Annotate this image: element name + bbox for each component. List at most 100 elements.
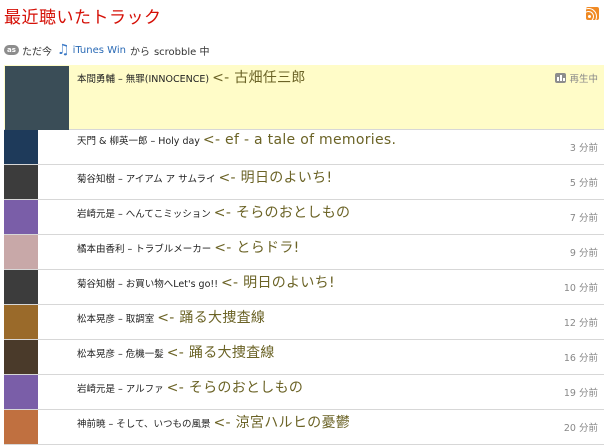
recent-tracks-list: 本間勇輔 – 無罪(INNOCENCE) <- 古畑任三郎 再生中 天門 & 柳英一郎 – H… bbox=[4, 65, 604, 445]
play-time-text: 7 分前 bbox=[569, 213, 598, 224]
separator: – bbox=[150, 136, 156, 147]
album-art[interactable] bbox=[4, 235, 38, 269]
track-note: <- ef - a tale of memories. bbox=[202, 132, 397, 148]
track-note: <- とらドラ! bbox=[214, 240, 300, 256]
track-row[interactable]: 菊谷知樹 – アイアム ア サムライ <- 明日のよいち! 5 分前 bbox=[4, 165, 604, 200]
play-time: 3 分前 bbox=[570, 140, 598, 154]
play-time: 再生中 bbox=[555, 71, 598, 85]
track-note: <- 踊る大捜査線 bbox=[157, 310, 266, 326]
track-info: 松本晃彦 – 危機一髪 <- 踊る大捜査線 bbox=[77, 342, 275, 362]
track-row[interactable]: 神前暁 – そして、いつもの風景 <- 涼宮ハルヒの憂鬱 20 分前 bbox=[4, 410, 604, 445]
client-link[interactable]: iTunes Win bbox=[73, 45, 126, 56]
rss-feed-icon[interactable] bbox=[586, 7, 599, 20]
play-time-text: 10 分前 bbox=[563, 283, 598, 294]
itunes-icon: ♫ bbox=[57, 42, 70, 58]
play-time: 7 分前 bbox=[570, 210, 598, 224]
album-art[interactable] bbox=[4, 375, 38, 409]
song-link[interactable]: トラブルメーカー bbox=[135, 241, 211, 255]
play-time: 5 分前 bbox=[570, 175, 598, 189]
artist-link[interactable]: 菊谷知樹 bbox=[77, 171, 115, 185]
scrobble-status: as ただ今 ♫ iTunes Win から scrobble 中 bbox=[4, 42, 209, 58]
album-art[interactable] bbox=[4, 410, 38, 444]
album-art[interactable] bbox=[4, 130, 38, 164]
song-link[interactable]: 取調室 bbox=[126, 311, 155, 325]
artist-link[interactable]: 天門 & 柳英一郎 bbox=[77, 133, 147, 147]
separator: – bbox=[118, 74, 123, 85]
track-info: 天門 & 柳英一郎 – Holy day <- ef - a tale of memo… bbox=[77, 132, 396, 148]
track-info: 菊谷知樹 – アイアム ア サムライ <- 明日のよいち! bbox=[77, 167, 332, 187]
now-playing-row[interactable]: 本間勇輔 – 無罪(INNOCENCE) <- 古畑任三郎 再生中 bbox=[4, 65, 604, 130]
track-note: <- そらのおとしもの bbox=[166, 380, 304, 396]
track-info: 岩崎元是 – へんてこミッション <- そらのおとしもの bbox=[77, 202, 350, 222]
song-link[interactable]: アルファ bbox=[126, 381, 164, 395]
play-time-text: 20 分前 bbox=[563, 423, 598, 434]
separator: – bbox=[118, 314, 123, 325]
song-link[interactable]: Holy day bbox=[158, 136, 200, 147]
album-art[interactable] bbox=[4, 270, 38, 304]
track-note: <- 明日のよいち! bbox=[218, 170, 333, 186]
song-link[interactable]: お買い物へLet's go!! bbox=[126, 276, 218, 290]
separator: – bbox=[118, 279, 123, 290]
scrobble-state: scrobble 中 bbox=[153, 46, 210, 58]
track-info: 岩崎元是 – アルファ <- そらのおとしもの bbox=[77, 377, 303, 397]
track-note: <- 古畑任三郎 bbox=[212, 70, 306, 86]
play-time-text: 16 分前 bbox=[563, 353, 598, 364]
now-playing-icon bbox=[555, 73, 567, 83]
song-link[interactable]: そして、いつもの風景 bbox=[116, 416, 210, 430]
page-title: 最近聴いたトラック bbox=[4, 8, 162, 28]
album-art[interactable] bbox=[4, 165, 38, 199]
play-time-text: 5 分前 bbox=[569, 178, 598, 189]
separator: – bbox=[118, 174, 123, 185]
play-time: 12 分前 bbox=[564, 315, 598, 329]
play-time: 20 分前 bbox=[564, 420, 598, 434]
artist-link[interactable]: 松本晃彦 bbox=[77, 346, 115, 360]
track-row[interactable]: 天門 & 柳英一郎 – Holy day <- ef - a tale of memo… bbox=[4, 130, 604, 165]
album-art[interactable] bbox=[4, 200, 38, 234]
song-link[interactable]: 危機一髪 bbox=[126, 346, 164, 360]
track-info: 橘本由香利 – トラブルメーカー <- とらドラ! bbox=[77, 237, 300, 257]
play-time: 10 分前 bbox=[564, 280, 598, 294]
separator: – bbox=[127, 244, 133, 255]
lastfm-icon: as bbox=[4, 45, 19, 55]
artist-link[interactable]: 岩崎元是 bbox=[77, 381, 115, 395]
track-info: 神前暁 – そして、いつもの風景 <- 涼宮ハルヒの憂鬱 bbox=[77, 412, 350, 432]
song-link[interactable]: 無罪(INNOCENCE) bbox=[126, 71, 209, 85]
track-note: <- そらのおとしもの bbox=[213, 205, 351, 221]
play-time-text: 19 分前 bbox=[563, 388, 598, 399]
track-info: 菊谷知樹 – お買い物へLet's go!! <- 明日のよいち! bbox=[77, 272, 335, 292]
song-link[interactable]: アイアム ア サムライ bbox=[126, 171, 216, 185]
track-row[interactable]: 橘本由香利 – トラブルメーカー <- とらドラ! 9 分前 bbox=[4, 235, 604, 270]
track-note: <- 明日のよいち! bbox=[221, 275, 335, 291]
play-time-text: 12 分前 bbox=[563, 318, 598, 329]
track-row[interactable]: 岩崎元是 – へんてこミッション <- そらのおとしもの 7 分前 bbox=[4, 200, 604, 235]
scrobble-time: ただ今 bbox=[22, 46, 52, 58]
artist-link[interactable]: 橘本由香利 bbox=[77, 241, 125, 255]
play-time: 9 分前 bbox=[570, 245, 598, 259]
track-note: <- 踊る大捜査線 bbox=[166, 345, 275, 361]
scrobble-from: から bbox=[129, 46, 150, 58]
play-time-text: 3 分前 bbox=[569, 143, 598, 154]
separator: – bbox=[118, 384, 123, 395]
separator: – bbox=[108, 419, 114, 430]
song-link[interactable]: へんてこミッション bbox=[126, 206, 211, 220]
artist-link[interactable]: 岩崎元是 bbox=[77, 206, 115, 220]
separator: – bbox=[118, 209, 123, 220]
play-time-text: 再生中 bbox=[569, 74, 598, 85]
track-info: 松本晃彦 – 取調室 <- 踊る大捜査線 bbox=[77, 307, 265, 327]
separator: – bbox=[118, 349, 123, 360]
album-art[interactable] bbox=[4, 340, 38, 374]
track-row[interactable]: 松本晃彦 – 取調室 <- 踊る大捜査線 12 分前 bbox=[4, 305, 604, 340]
track-row[interactable]: 松本晃彦 – 危機一髪 <- 踊る大捜査線 16 分前 bbox=[4, 340, 604, 375]
track-note: <- 涼宮ハルヒの憂鬱 bbox=[213, 415, 351, 431]
track-row[interactable]: 菊谷知樹 – お買い物へLet's go!! <- 明日のよいち! 10 分前 bbox=[4, 270, 604, 305]
play-time: 19 分前 bbox=[564, 385, 598, 399]
artist-link[interactable]: 神前暁 bbox=[77, 416, 106, 430]
album-art[interactable] bbox=[5, 66, 69, 130]
track-row[interactable]: 岩崎元是 – アルファ <- そらのおとしもの 19 分前 bbox=[4, 375, 604, 410]
artist-link[interactable]: 菊谷知樹 bbox=[77, 276, 115, 290]
artist-link[interactable]: 松本晃彦 bbox=[77, 311, 115, 325]
play-time: 16 分前 bbox=[564, 350, 598, 364]
album-art[interactable] bbox=[4, 305, 38, 339]
artist-link[interactable]: 本間勇輔 bbox=[77, 71, 115, 85]
track-info: 本間勇輔 – 無罪(INNOCENCE) <- 古畑任三郎 bbox=[77, 67, 306, 87]
